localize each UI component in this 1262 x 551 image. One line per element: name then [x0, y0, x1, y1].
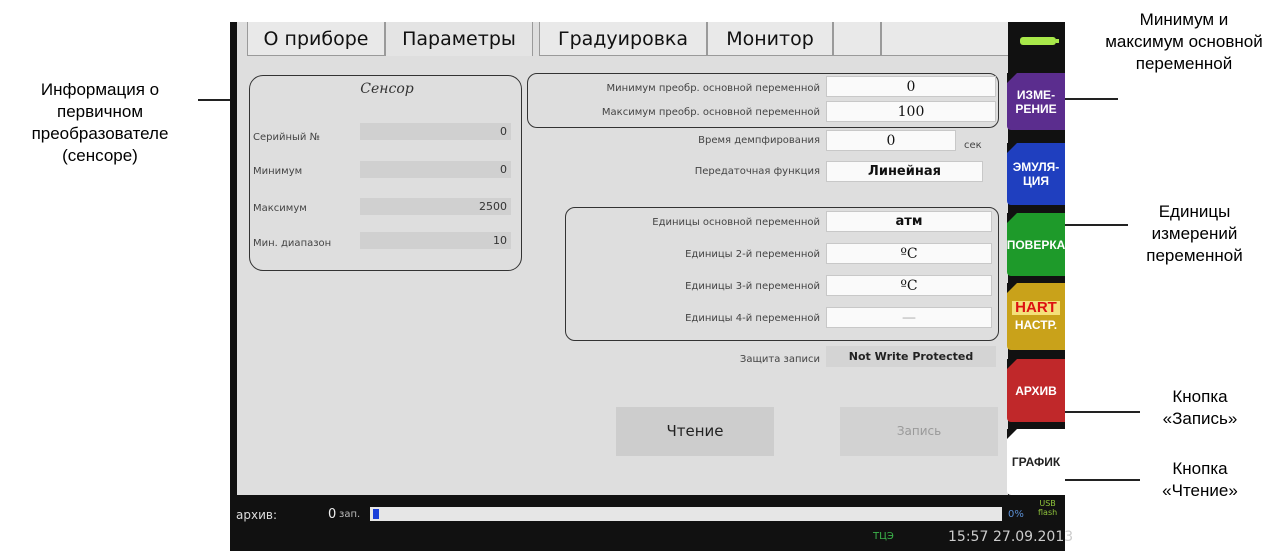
clock-time: 15:57 — [948, 529, 989, 545]
sensor-max-label: Максимум — [253, 203, 307, 214]
status-indicator: ТЦЭ — [873, 531, 894, 542]
archive-progress-fill — [373, 509, 379, 519]
damping-label: Время демпфирования — [698, 135, 820, 146]
sidebar-measure-button[interactable]: ИЗМЕ- РЕНИЕ — [1007, 73, 1065, 130]
unit1-label: Единицы основной переменной — [652, 217, 820, 228]
sensor-range-label: Мин. диапазон — [253, 238, 332, 249]
sidebar-chart-button[interactable]: ГРАФИК — [1007, 429, 1065, 495]
archive-label: архив: — [236, 508, 277, 522]
progress-percent: 0% — [1008, 509, 1024, 520]
sensor-range-value: 10 — [360, 232, 511, 249]
sensor-min-label: Минимум — [253, 166, 303, 177]
write-button[interactable]: Запись — [840, 407, 998, 456]
sidebar-verification-button[interactable]: ПОВЕРКА — [1007, 213, 1065, 276]
tab-parameters[interactable]: Параметры — [385, 22, 533, 56]
tab-monitor[interactable]: Монитор — [707, 22, 833, 56]
tab-empty-2[interactable] — [881, 22, 1008, 56]
damping-value[interactable]: 0 — [826, 130, 956, 151]
usb-flash-indicator: USB flash — [1038, 499, 1058, 517]
unit4-value[interactable]: — — [826, 307, 992, 328]
damping-unit: сек — [964, 140, 982, 151]
unit2-label: Единицы 2-й переменной — [685, 249, 820, 260]
clock-date: 27.09.2013 — [993, 529, 1074, 545]
sensor-max-value: 2500 — [360, 198, 511, 215]
tab-about[interactable]: О приборе — [247, 22, 385, 56]
max-conv-label: Максимум преобр. основной переменной — [601, 107, 820, 118]
min-conv-value[interactable]: 0 — [826, 76, 996, 97]
sensor-min-value: 0 — [360, 161, 511, 178]
callout-min-max: Минимум и максимум основной переменной — [1105, 10, 1262, 73]
callout-write-button: Кнопка «Запись» — [1162, 387, 1238, 428]
main-screen: О приборе Параметры Градуировка Монитор … — [237, 22, 1008, 495]
write-protect-value: Not Write Protected — [826, 346, 996, 367]
sensor-title: Сенсор — [360, 81, 414, 97]
battery-tip — [1056, 39, 1059, 43]
sidebar-hart-settings-button[interactable]: HART НАСТР. — [1007, 283, 1065, 350]
callout-read-button: Кнопка «Чтение» — [1162, 459, 1238, 500]
callout-sensor-info: Информация о первичном преобразователе (… — [31, 80, 169, 165]
sidebar-emulation-button[interactable]: ЭМУЛЯ- ЦИЯ — [1007, 143, 1065, 205]
tab-empty-1[interactable] — [833, 22, 881, 56]
archive-progress-bar — [370, 507, 1002, 521]
battery-indicator — [1020, 37, 1056, 45]
device-frame: О приборе Параметры Градуировка Монитор … — [230, 22, 1073, 551]
unit3-value[interactable]: ºС — [826, 275, 992, 296]
unit4-label: Единицы 4-й переменной — [685, 313, 820, 324]
tab-calibration[interactable]: Градуировка — [539, 22, 707, 56]
sidebar-archive-button[interactable]: АРХИВ — [1007, 359, 1065, 422]
max-conv-value[interactable]: 100 — [826, 101, 996, 122]
records-unit: зап. — [339, 509, 361, 520]
min-conv-label: Минимум преобр. основной переменной — [606, 83, 820, 94]
records-count: 0 — [328, 507, 337, 522]
callout-units: Единицы измерений переменной — [1146, 202, 1243, 265]
transfer-value[interactable]: Линейная — [826, 161, 983, 182]
unit3-label: Единицы 3-й переменной — [685, 281, 820, 292]
unit2-value[interactable]: ºС — [826, 243, 992, 264]
sensor-serial-value: 0 — [360, 123, 511, 140]
sensor-serial-label: Серийный № — [253, 132, 320, 143]
write-protect-label: Защита записи — [739, 354, 820, 365]
unit1-value[interactable]: атм — [826, 211, 992, 232]
transfer-label: Передаточная функция — [694, 166, 820, 177]
read-button[interactable]: Чтение — [616, 407, 774, 456]
